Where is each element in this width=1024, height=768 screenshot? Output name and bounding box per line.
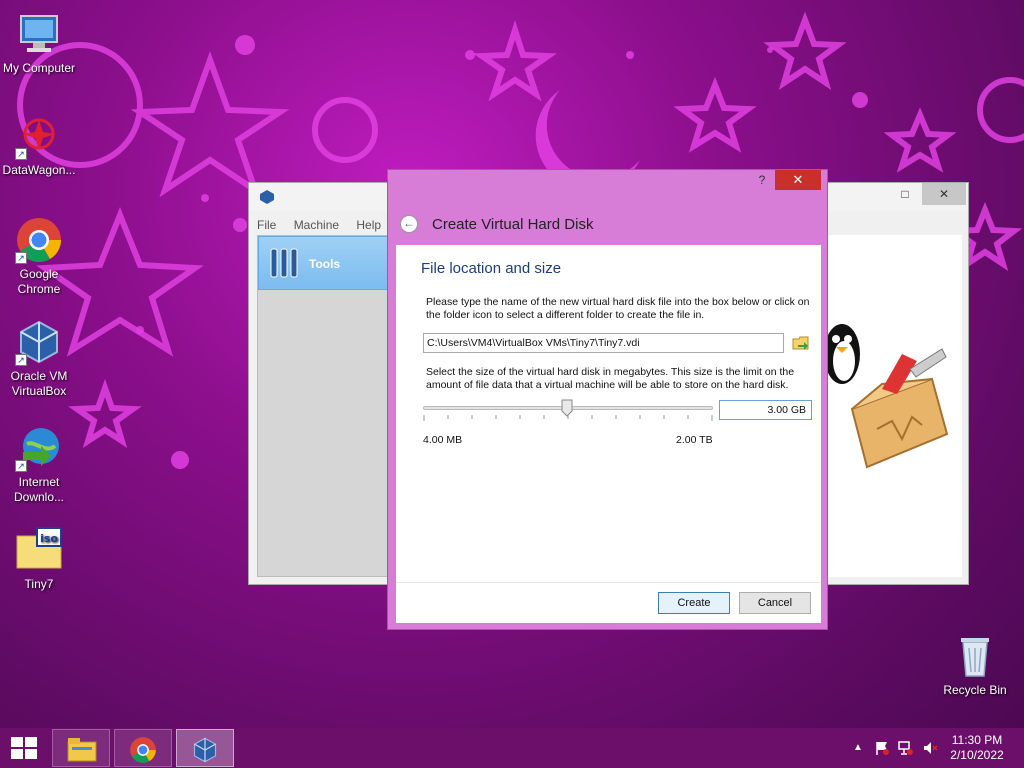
desktop-icon-label: My Computer xyxy=(2,61,76,75)
windows-logo-icon xyxy=(11,737,37,759)
cancel-button[interactable]: Cancel xyxy=(739,592,811,614)
maximize-button[interactable]: □ xyxy=(890,183,920,205)
desktop-icon-oracle-vm-virtualbox[interactable]: ↗ Oracle VM VirtualBox xyxy=(1,318,77,399)
size-input[interactable]: 3.00 GB xyxy=(719,400,812,420)
desktop-icon-my-computer[interactable]: My Computer xyxy=(1,10,77,76)
dialog-title: Create Virtual Hard Disk xyxy=(432,216,594,233)
desktop-icon-label: Recycle Bin xyxy=(943,683,1007,697)
internet-download-manager-icon: ↗ xyxy=(15,424,63,472)
datawagon-icon: ↗ xyxy=(15,112,63,160)
network-icon[interactable] xyxy=(898,740,914,756)
chrome-icon: ↗ xyxy=(15,216,63,264)
create-button[interactable]: Create xyxy=(658,592,730,614)
slider-max-label: 2.00 TB xyxy=(676,434,713,446)
slider-min-label: 4.00 MB xyxy=(423,434,463,446)
virtualbox-machine-list: Tools xyxy=(257,235,390,577)
desktop-icon-label: Oracle VM VirtualBox xyxy=(10,369,68,398)
show-hidden-icons-chevron-icon[interactable]: ▲ xyxy=(850,740,866,756)
desktop-icon-recycle-bin[interactable]: Recycle Bin xyxy=(937,632,1013,698)
clock-time: 11:30 PM xyxy=(951,733,1003,747)
menu-machine[interactable]: Machine xyxy=(294,215,339,235)
computer-icon xyxy=(15,10,63,58)
file-explorer-icon xyxy=(67,738,97,762)
file-location-description: Please type the name of the new virtual … xyxy=(426,296,810,321)
iso-file-icon: iso xyxy=(15,526,63,574)
svg-text:iso: iso xyxy=(40,532,58,545)
taskbar-clock[interactable]: 11:30 PM 2/10/2022 xyxy=(947,733,1007,763)
penguin-toolbox-illustration xyxy=(824,324,949,469)
folder-browse-icon[interactable] xyxy=(792,334,810,352)
tools-icon xyxy=(270,248,298,278)
desktop-icon-internet-download-manager[interactable]: ↗ Internet Downlo... xyxy=(1,424,77,505)
virtualbox-menubar: File Machine Help xyxy=(257,215,395,235)
menu-file[interactable]: File xyxy=(257,215,276,235)
virtualbox-icon xyxy=(260,190,274,204)
desktop-icon-tiny7[interactable]: iso Tiny7 xyxy=(1,526,77,592)
taskbar: ▲ 11:30 PM 2/10/2022 xyxy=(0,728,1024,768)
chrome-icon xyxy=(130,737,156,763)
dialog-header: ← Create Virtual Hard Disk xyxy=(396,202,821,246)
button-divider xyxy=(396,582,821,583)
start-button[interactable] xyxy=(0,728,48,768)
file-path-input[interactable]: C:\Users\VM4\VirtualBox VMs\Tiny7\Tiny7.… xyxy=(423,333,784,353)
virtualbox-icon xyxy=(193,737,217,763)
desktop-icon-label: Tiny7 xyxy=(24,577,54,591)
dialog-body: File location and size Please type the n… xyxy=(396,245,821,623)
tools-label: Tools xyxy=(309,257,341,271)
menu-help[interactable]: Help xyxy=(356,215,381,235)
volume-muted-icon[interactable] xyxy=(922,740,938,756)
desktop-icon-label: Google Chrome xyxy=(17,267,61,296)
taskbar-file-explorer[interactable] xyxy=(52,729,110,767)
shortcut-arrow-icon: ↗ xyxy=(15,460,27,472)
recycle-bin-icon xyxy=(951,632,999,680)
section-title: File location and size xyxy=(421,260,562,277)
tools-item[interactable]: Tools xyxy=(258,236,389,290)
create-virtual-hard-disk-dialog[interactable]: ? ✕ ← Create Virtual Hard Disk File loca… xyxy=(387,169,828,630)
close-button[interactable]: ✕ xyxy=(922,183,966,205)
desktop-icon-datawagon[interactable]: ↗ DataWagon... xyxy=(1,112,77,178)
action-center-flag-icon[interactable] xyxy=(874,740,890,756)
back-arrow-icon[interactable]: ← xyxy=(400,215,418,233)
virtualbox-icon: ↗ xyxy=(15,318,63,366)
clock-date: 2/10/2022 xyxy=(950,748,1004,762)
desktop-icon-label: Internet Downlo... xyxy=(13,475,65,504)
desktop-icon-google-chrome[interactable]: ↗ Google Chrome xyxy=(1,216,77,297)
shortcut-arrow-icon: ↗ xyxy=(15,354,27,366)
shortcut-arrow-icon: ↗ xyxy=(15,148,27,160)
size-description: Select the size of the virtual hard disk… xyxy=(426,366,795,391)
help-button[interactable]: ? xyxy=(753,173,771,187)
dialog-titlebar[interactable]: ? ✕ xyxy=(388,170,827,192)
taskbar-google-chrome[interactable] xyxy=(114,729,172,767)
shortcut-arrow-icon: ↗ xyxy=(15,252,27,264)
desktop-icon-label: DataWagon... xyxy=(2,163,76,177)
taskbar-virtualbox[interactable] xyxy=(176,729,234,767)
size-slider-thumb[interactable] xyxy=(561,399,573,417)
close-button[interactable]: ✕ xyxy=(775,170,821,190)
